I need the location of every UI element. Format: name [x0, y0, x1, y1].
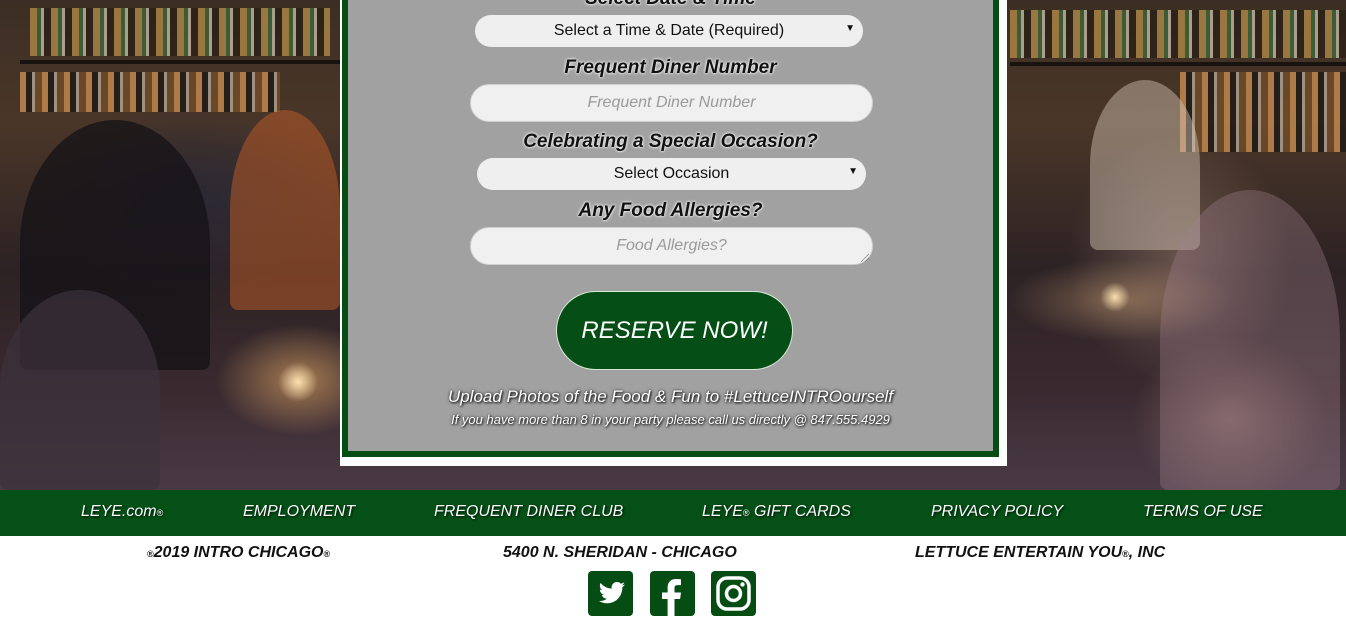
frequent-diner-input[interactable]: Frequent Diner Number	[470, 84, 873, 122]
registered-mark: ®	[147, 549, 154, 559]
resize-handle-icon[interactable]	[861, 254, 869, 262]
instagram-icon[interactable]	[711, 571, 756, 616]
reserve-now-button[interactable]: RESERVE NOW!	[556, 291, 793, 370]
nav-gift-cards-suffix: GIFT CARDS	[749, 503, 851, 520]
person-silhouette	[230, 110, 340, 310]
dropdown-caret-icon: ▼	[845, 23, 855, 34]
nav-gift-cards-prefix: LEYE	[702, 503, 743, 520]
company-text: LETTUCE ENTERTAIN YOU®, INC	[915, 544, 1165, 562]
copyright-label: 2019 INTRO CHICAGO	[153, 544, 324, 561]
bar-bottles	[1180, 72, 1346, 152]
nav-leye-link[interactable]: LEYE.com®	[81, 503, 163, 521]
twitter-icon[interactable]	[588, 571, 633, 616]
bar-bottles	[20, 72, 280, 112]
frequent-diner-placeholder: Frequent Diner Number	[587, 94, 756, 111]
nav-leye-label: LEYE.com	[81, 503, 157, 520]
copyright-text: ®2019 INTRO CHICAGO®	[147, 544, 330, 562]
date-time-select[interactable]: Select a Time & Date (Required) ▼	[475, 15, 863, 47]
bar-bottles	[30, 8, 330, 56]
address-text: 5400 N. SHERIDAN - CHICAGO	[503, 544, 737, 561]
bar-shelf	[20, 60, 340, 64]
candle-glow	[1100, 282, 1130, 312]
large-party-note: If you have more than 8 in your party pl…	[451, 412, 890, 427]
upload-photos-note: Upload Photos of the Food & Fun to #Lett…	[447, 387, 894, 406]
company-suffix: , INC	[1128, 544, 1166, 561]
candle-glow	[278, 362, 318, 402]
registered-mark: ®	[1122, 549, 1129, 559]
occasion-select[interactable]: Select Occasion ▼	[477, 158, 866, 190]
allergies-placeholder: Food Allergies?	[616, 237, 727, 254]
person-silhouette	[1090, 80, 1200, 250]
footer-nav: LEYE.com® EMPLOYMENT FREQUENT DINER CLUB…	[0, 490, 1346, 536]
occasion-heading: Celebrating a Special Occasion?	[523, 131, 818, 152]
dropdown-caret-icon: ▼	[848, 166, 858, 177]
nav-frequent-diner-club-link[interactable]: FREQUENT DINER CLUB	[434, 503, 623, 521]
bar-shelf	[1010, 62, 1346, 66]
date-time-heading: Select Date & Time	[348, 0, 993, 10]
person-silhouette	[0, 290, 160, 490]
nav-employment-link[interactable]: EMPLOYMENT	[243, 503, 355, 521]
frequent-diner-heading: Frequent Diner Number	[564, 57, 777, 78]
allergies-heading: Any Food Allergies?	[578, 200, 763, 221]
nav-gift-cards-link[interactable]: LEYE® GIFT CARDS	[702, 503, 851, 521]
date-time-select-value: Select a Time & Date (Required)	[553, 22, 785, 39]
registered-mark: ®	[742, 508, 750, 518]
bar-bottles	[1010, 10, 1346, 58]
nav-terms-of-use-link[interactable]: TERMS OF USE	[1143, 503, 1263, 521]
registered-mark: ®	[323, 549, 331, 559]
facebook-icon[interactable]	[650, 571, 695, 616]
company-label: LETTUCE ENTERTAIN YOU	[915, 544, 1123, 561]
allergies-textarea[interactable]: Food Allergies?	[470, 227, 873, 265]
registered-mark: ®	[156, 508, 164, 518]
nav-privacy-policy-link[interactable]: PRIVACY POLICY	[931, 503, 1063, 521]
person-silhouette	[1160, 190, 1340, 490]
reservation-form: Select Date & Time Select a Time & Date …	[342, 0, 999, 457]
occasion-select-value: Select Occasion	[613, 165, 730, 182]
